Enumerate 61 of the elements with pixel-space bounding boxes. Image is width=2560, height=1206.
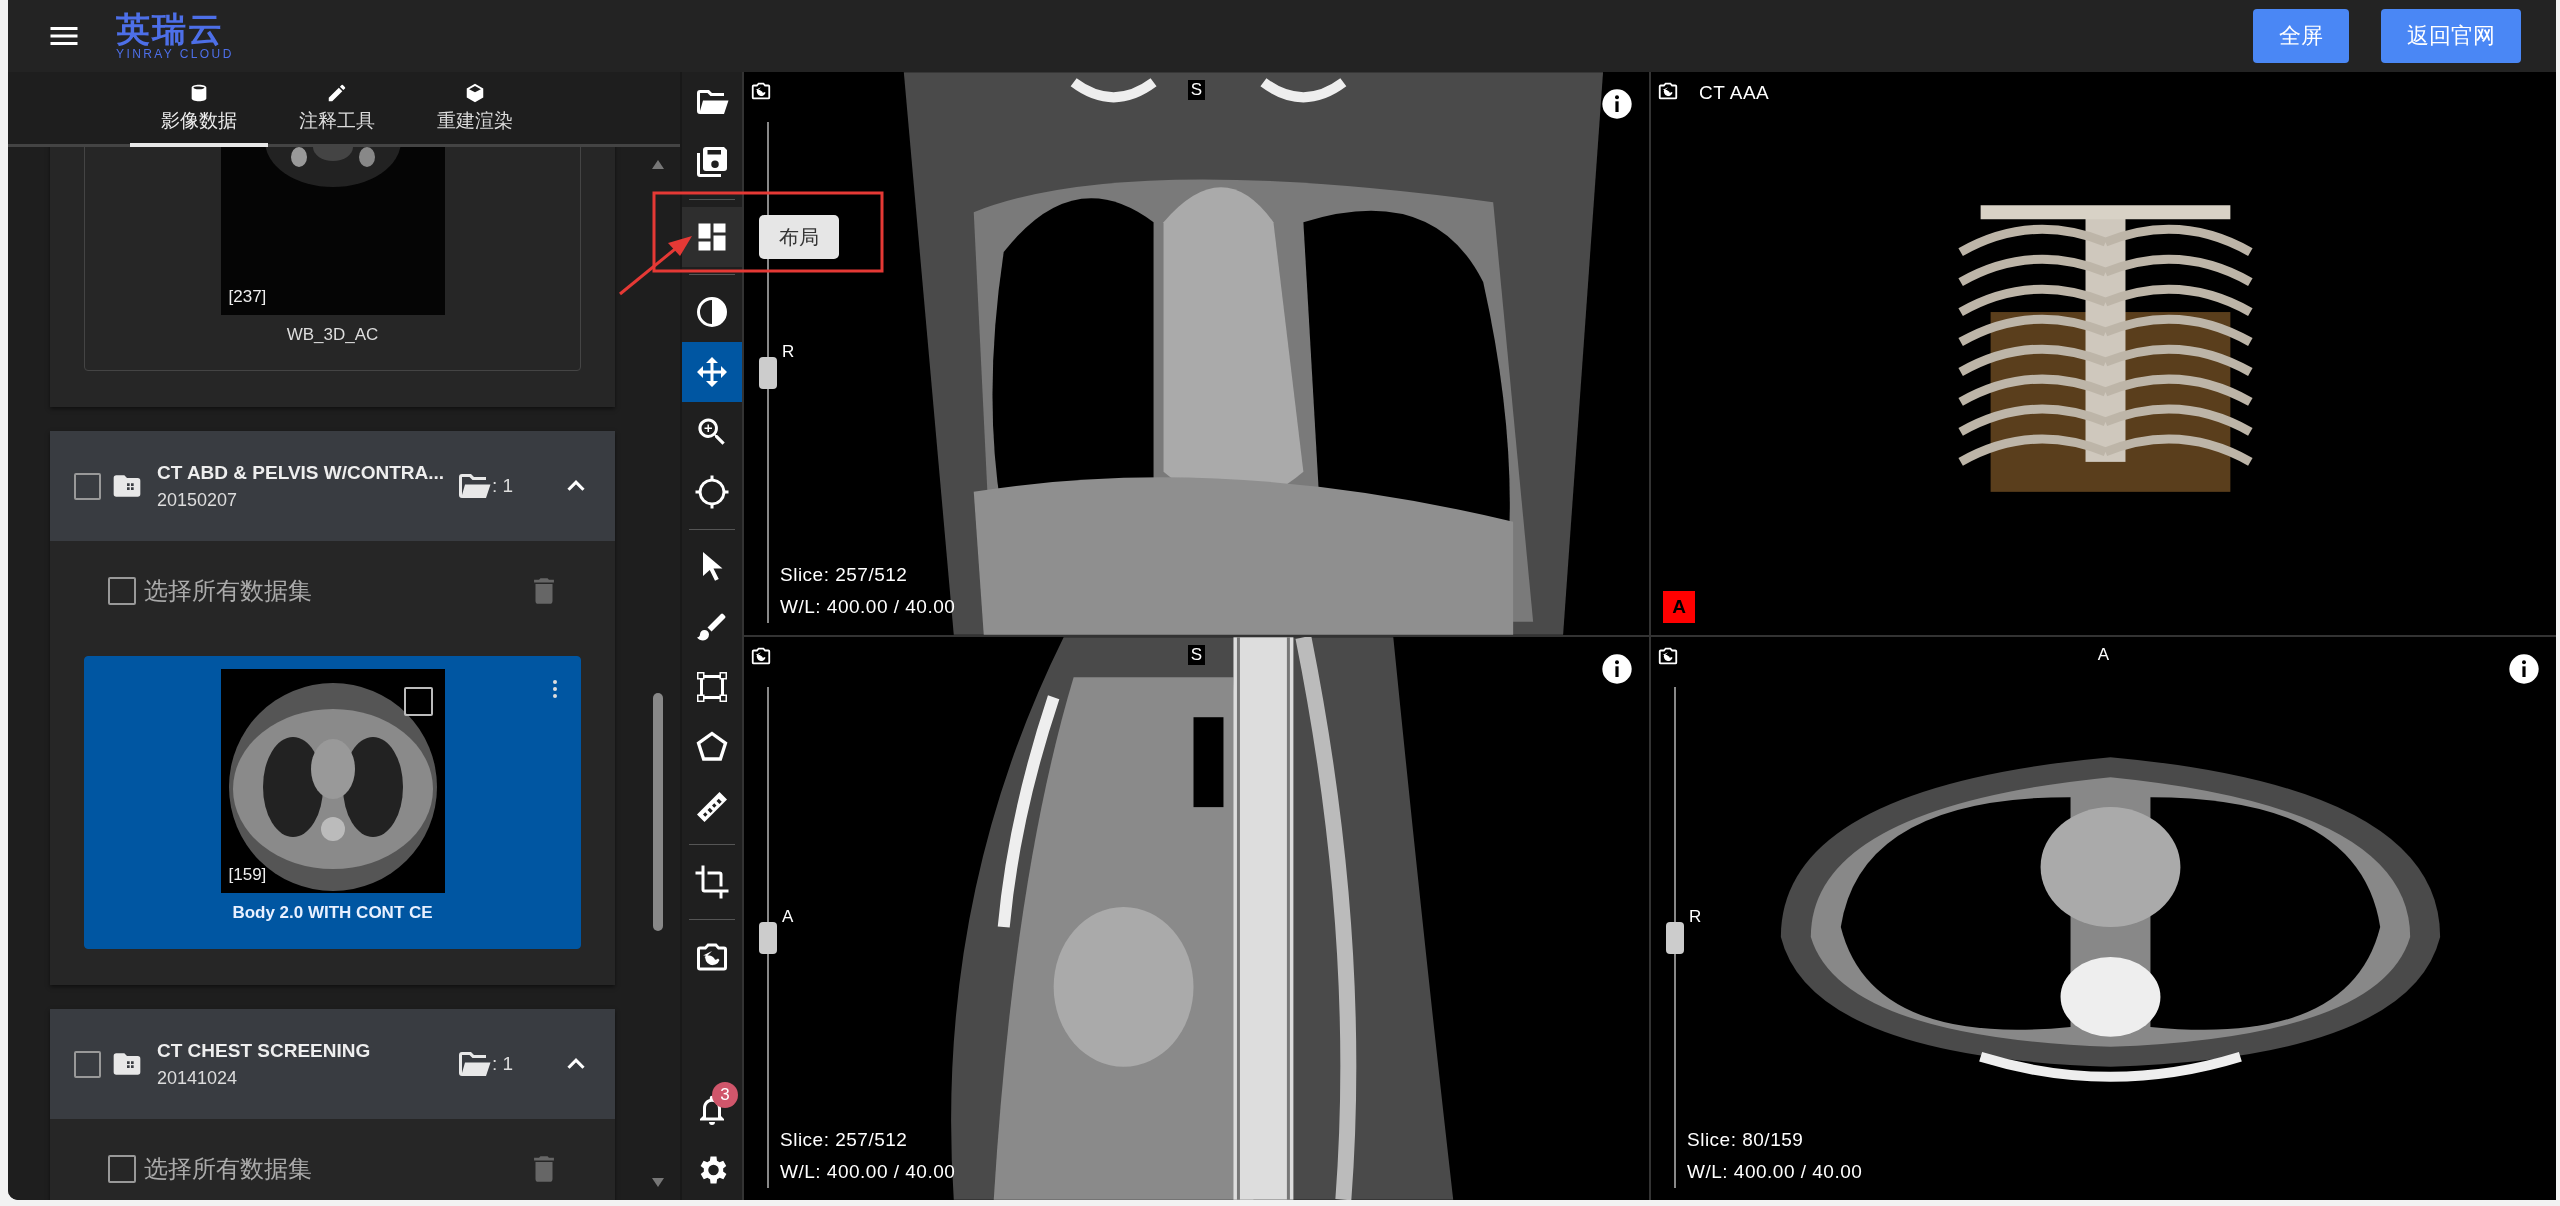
sidebar-tab[interactable]: 注释工具 xyxy=(268,72,406,147)
camera-sync-icon xyxy=(750,80,772,102)
ruler-icon xyxy=(694,789,730,825)
scrollbar-thumb[interactable] xyxy=(653,693,663,931)
checkbox[interactable] xyxy=(108,577,136,605)
viewport-title: CT AAA xyxy=(1699,82,1770,104)
series-count: : 1 xyxy=(491,1053,513,1075)
series-count: : 1 xyxy=(491,475,513,497)
notification-badge: 3 xyxy=(712,1082,738,1108)
series-name: Body 2.0 WITH CONT CE xyxy=(232,902,433,924)
checkbox[interactable] xyxy=(108,1155,136,1183)
window-level-info: W/L: 400.00 / 40.00 xyxy=(780,1160,956,1184)
pan-tool[interactable] xyxy=(682,342,742,402)
slider-thumb[interactable] xyxy=(759,356,777,389)
study-date: 20150207 xyxy=(157,489,239,511)
viewport[interactable]: A R Slice: 80/159 W/L: 400.00 / 40.00 xyxy=(1651,637,2556,1200)
select-all-label[interactable]: 选择所有数据集 xyxy=(144,1153,519,1185)
sidebar-tab[interactable]: 重建渲染 xyxy=(406,72,544,147)
checkbox[interactable] xyxy=(74,472,101,500)
study-date: 20141024 xyxy=(157,1067,239,1089)
image-count: [159] xyxy=(228,865,267,885)
study-title: CT ABD & PELVIS W/CONTRA... xyxy=(157,461,446,484)
camera-sync-icon xyxy=(1657,645,1679,667)
logo-text: 英瑞云 xyxy=(116,11,225,47)
slice-info: Slice: 80/159 xyxy=(1687,1128,1805,1152)
info-icon xyxy=(1601,88,1633,120)
series-name: WB_3D_AC xyxy=(286,324,379,346)
camera-sync-icon xyxy=(1657,80,1679,102)
study-header[interactable]: CT CHEST SCREENING 20141024 : 1 xyxy=(50,1009,615,1119)
crop-icon xyxy=(694,864,730,900)
series-card[interactable]: [237] WB_3D_AC xyxy=(84,147,581,371)
camera-sync-icon xyxy=(750,645,772,667)
study-header[interactable]: CT ABD & PELVIS W/CONTRA... 20150207 : 1 xyxy=(50,431,615,541)
cube-icon xyxy=(464,81,486,104)
info-icon xyxy=(2508,653,2540,685)
select-all-label[interactable]: 选择所有数据集 xyxy=(144,575,519,607)
rectangle-select-icon xyxy=(694,669,730,705)
orientation-label: A xyxy=(782,906,794,927)
crosshair-icon xyxy=(694,474,730,510)
info-icon xyxy=(1601,653,1633,685)
slice-info: Slice: 257/512 xyxy=(780,563,909,587)
slice-info: Slice: 257/512 xyxy=(780,1128,909,1152)
slider-thumb[interactable] xyxy=(1666,921,1684,954)
study-title: CT CHEST SCREENING xyxy=(157,1039,372,1062)
save-icon xyxy=(694,144,730,180)
orientation-label: R xyxy=(782,341,795,362)
orientation-label: R xyxy=(1689,906,1702,927)
window-level-info: W/L: 400.00 / 40.00 xyxy=(1687,1160,1863,1184)
window-level-info: W/L: 400.00 / 40.00 xyxy=(780,595,956,619)
notifications-button[interactable]: 3 xyxy=(682,1080,742,1140)
series-card[interactable]: [159] Body 2.0 WITH CONT CE xyxy=(84,656,581,949)
viewport[interactable]: S A Slice: 257/512 W/L: 400.00 / 40.00 xyxy=(744,637,1649,1200)
checkbox[interactable] xyxy=(403,687,433,716)
checkbox[interactable] xyxy=(74,1050,101,1078)
slider-thumb[interactable] xyxy=(759,921,777,954)
contrast-icon xyxy=(694,294,730,330)
logo-subtitle: YINRAY CLOUD xyxy=(116,47,234,61)
tooltip: 布局 xyxy=(759,215,839,259)
viewport[interactable]: CT AAA A xyxy=(1651,72,2556,635)
image-count: [237] xyxy=(228,287,267,307)
orientation-marker: A xyxy=(1663,591,1695,623)
